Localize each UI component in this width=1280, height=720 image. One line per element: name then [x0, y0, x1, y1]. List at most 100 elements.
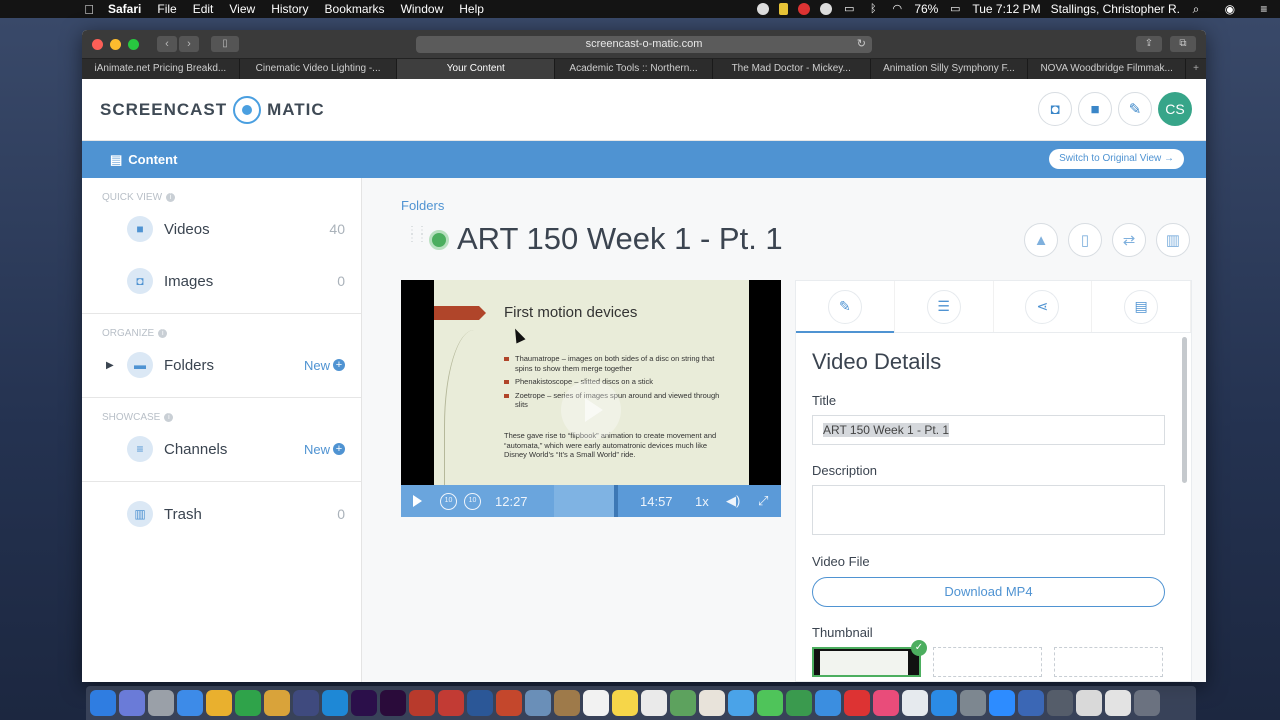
after-effects-icon[interactable]	[351, 690, 377, 716]
menu-bookmarks[interactable]: Bookmarks	[317, 2, 393, 16]
sidebar-item-images[interactable]: ◘ Images 0	[82, 255, 361, 307]
menu-view[interactable]: View	[221, 2, 263, 16]
zoom-icon[interactable]	[989, 690, 1015, 716]
drag-handle-icon[interactable]: ⋮⋮ ⋮⋮	[407, 226, 427, 253]
notes-icon[interactable]	[612, 690, 638, 716]
big-play-icon[interactable]	[561, 380, 621, 440]
volume-icon[interactable]: ◀)	[726, 493, 740, 509]
tab-academic-tools[interactable]: Academic Tools :: Northern...	[555, 59, 713, 79]
sidebar-item-videos[interactable]: ■ Videos 40	[82, 203, 361, 255]
tab-silly-symphony[interactable]: Animation Silly Symphony F...	[871, 59, 1029, 79]
close-window-button[interactable]	[92, 38, 103, 50]
title-field[interactable]: ART 150 Week 1 - Pt. 1	[812, 415, 1165, 445]
app-icon[interactable]	[1105, 690, 1131, 716]
forward-10-icon[interactable]: 10	[464, 492, 481, 510]
menu-file[interactable]: File	[149, 2, 184, 16]
screencast-o-matic-logo[interactable]: SCREENCAST MATIC	[100, 95, 325, 124]
calendar-icon[interactable]	[583, 690, 609, 716]
menu-history[interactable]: History	[263, 2, 316, 16]
playback-speed-button[interactable]: 1x	[695, 494, 709, 509]
fullscreen-icon[interactable]: ⤢	[758, 493, 768, 509]
music-icon[interactable]	[873, 690, 899, 716]
description-field[interactable]	[812, 485, 1165, 535]
sidebar-item-channels[interactable]: ≡ Channels New +	[82, 423, 361, 475]
siri-icon[interactable]	[119, 690, 145, 716]
menu-app-name[interactable]: Safari	[100, 2, 149, 16]
app-icon[interactable]	[554, 690, 580, 716]
magnet-icon[interactable]	[798, 3, 811, 15]
breadcrumb[interactable]: Folders	[401, 198, 444, 213]
panel-scrollbar[interactable]	[1182, 337, 1187, 483]
numbers-icon[interactable]	[786, 690, 812, 716]
play-icon[interactable]	[413, 495, 422, 507]
siri-icon[interactable]: ◉	[1225, 2, 1235, 16]
menu-edit[interactable]: Edit	[185, 2, 222, 16]
tab-edit-details[interactable]: ✎	[796, 281, 895, 333]
menu-help[interactable]: Help	[451, 2, 492, 16]
forward-button[interactable]: ›	[179, 36, 199, 52]
reload-icon[interactable]: ↻	[857, 36, 866, 53]
thumbnail-selected[interactable]: ✓	[812, 640, 927, 677]
info-icon[interactable]: i	[158, 329, 168, 338]
photos-icon[interactable]	[699, 690, 725, 716]
app-icon[interactable]	[264, 690, 290, 716]
wifi-icon[interactable]: ◠	[890, 3, 904, 15]
replace-icon[interactable]: ⇄	[1112, 223, 1146, 257]
app-icon[interactable]	[1018, 690, 1044, 716]
new-channel-button[interactable]: New +	[304, 442, 345, 457]
zoom-window-button[interactable]	[128, 38, 139, 50]
info-icon[interactable]: i	[164, 413, 174, 422]
video-player[interactable]: First motion devices Thaumatrope – image…	[401, 280, 781, 517]
airplay-icon[interactable]: ▭	[842, 3, 856, 15]
powerpoint-icon[interactable]	[496, 690, 522, 716]
keynote-icon[interactable]	[815, 690, 841, 716]
tab-chapters[interactable]: ☰	[895, 281, 994, 332]
show-tabs-button[interactable]: ⧉	[1170, 36, 1196, 52]
app-icon[interactable]	[1076, 690, 1102, 716]
user-name[interactable]: Stallings, Christopher R.	[1051, 2, 1180, 16]
app-icon[interactable]	[409, 690, 435, 716]
rewind-10-icon[interactable]: 10	[440, 492, 457, 510]
clipboard-icon[interactable]: ▯	[1068, 223, 1102, 257]
battery-percent[interactable]: 76%	[914, 2, 938, 16]
download-mp4-button[interactable]: Download MP4	[812, 577, 1165, 607]
share-button[interactable]: ⇪	[1136, 36, 1162, 52]
tab-transcript[interactable]: ▤	[1092, 281, 1191, 332]
clock[interactable]: Tue 7:12 PM	[972, 2, 1040, 16]
content-tab[interactable]: ▤ Content	[110, 141, 177, 178]
chevron-right-icon[interactable]: ▶	[106, 360, 114, 371]
camera-icon[interactable]: ◘	[1038, 92, 1072, 126]
app-icon[interactable]	[844, 690, 870, 716]
avatar[interactable]: CS	[1158, 92, 1192, 126]
trash-icon[interactable]	[1134, 690, 1160, 716]
address-bar[interactable]: screencast-o-matic.com ↻	[416, 36, 872, 53]
battery-icon[interactable]: ▭	[948, 3, 962, 15]
premiere-icon[interactable]	[380, 690, 406, 716]
spotlight-icon[interactable]: ⌕	[1193, 2, 1200, 17]
sidebar-item-trash[interactable]: ▥ Trash 0	[82, 488, 361, 540]
new-folder-button[interactable]: New +	[304, 358, 345, 373]
switch-view-button[interactable]: Switch to Original View →	[1049, 149, 1184, 169]
app-icon[interactable]	[293, 690, 319, 716]
app-store-icon[interactable]	[931, 690, 957, 716]
back-button[interactable]: ‹	[157, 36, 177, 52]
tab-your-content[interactable]: Your Content	[397, 59, 556, 79]
books-icon[interactable]	[902, 690, 928, 716]
facetime-icon[interactable]	[757, 690, 783, 716]
word-icon[interactable]	[467, 690, 493, 716]
new-tab-button[interactable]: +	[1186, 59, 1206, 79]
app-icon[interactable]	[1047, 690, 1073, 716]
app-icon[interactable]	[235, 690, 261, 716]
chrome-helper-icon[interactable]	[820, 3, 833, 15]
skype-icon[interactable]	[322, 690, 348, 716]
tab-nova-woodbridge[interactable]: NOVA Woodbridge Filmmak...	[1028, 59, 1187, 79]
thumbnail-slot[interactable]	[933, 647, 1042, 677]
analytics-icon[interactable]: ▲	[1024, 223, 1058, 257]
messages-icon[interactable]	[728, 690, 754, 716]
system-preferences-icon[interactable]	[960, 690, 986, 716]
sidebar-toggle-button[interactable]: ▯	[211, 36, 239, 52]
sidebar-item-folders[interactable]: ▶ ▬ Folders New +	[82, 339, 361, 391]
thumbnail-slot[interactable]	[1054, 647, 1163, 677]
tab-mad-doctor[interactable]: The Mad Doctor - Mickey...	[713, 59, 871, 79]
bluetooth-icon[interactable]: ᛒ	[866, 3, 880, 15]
